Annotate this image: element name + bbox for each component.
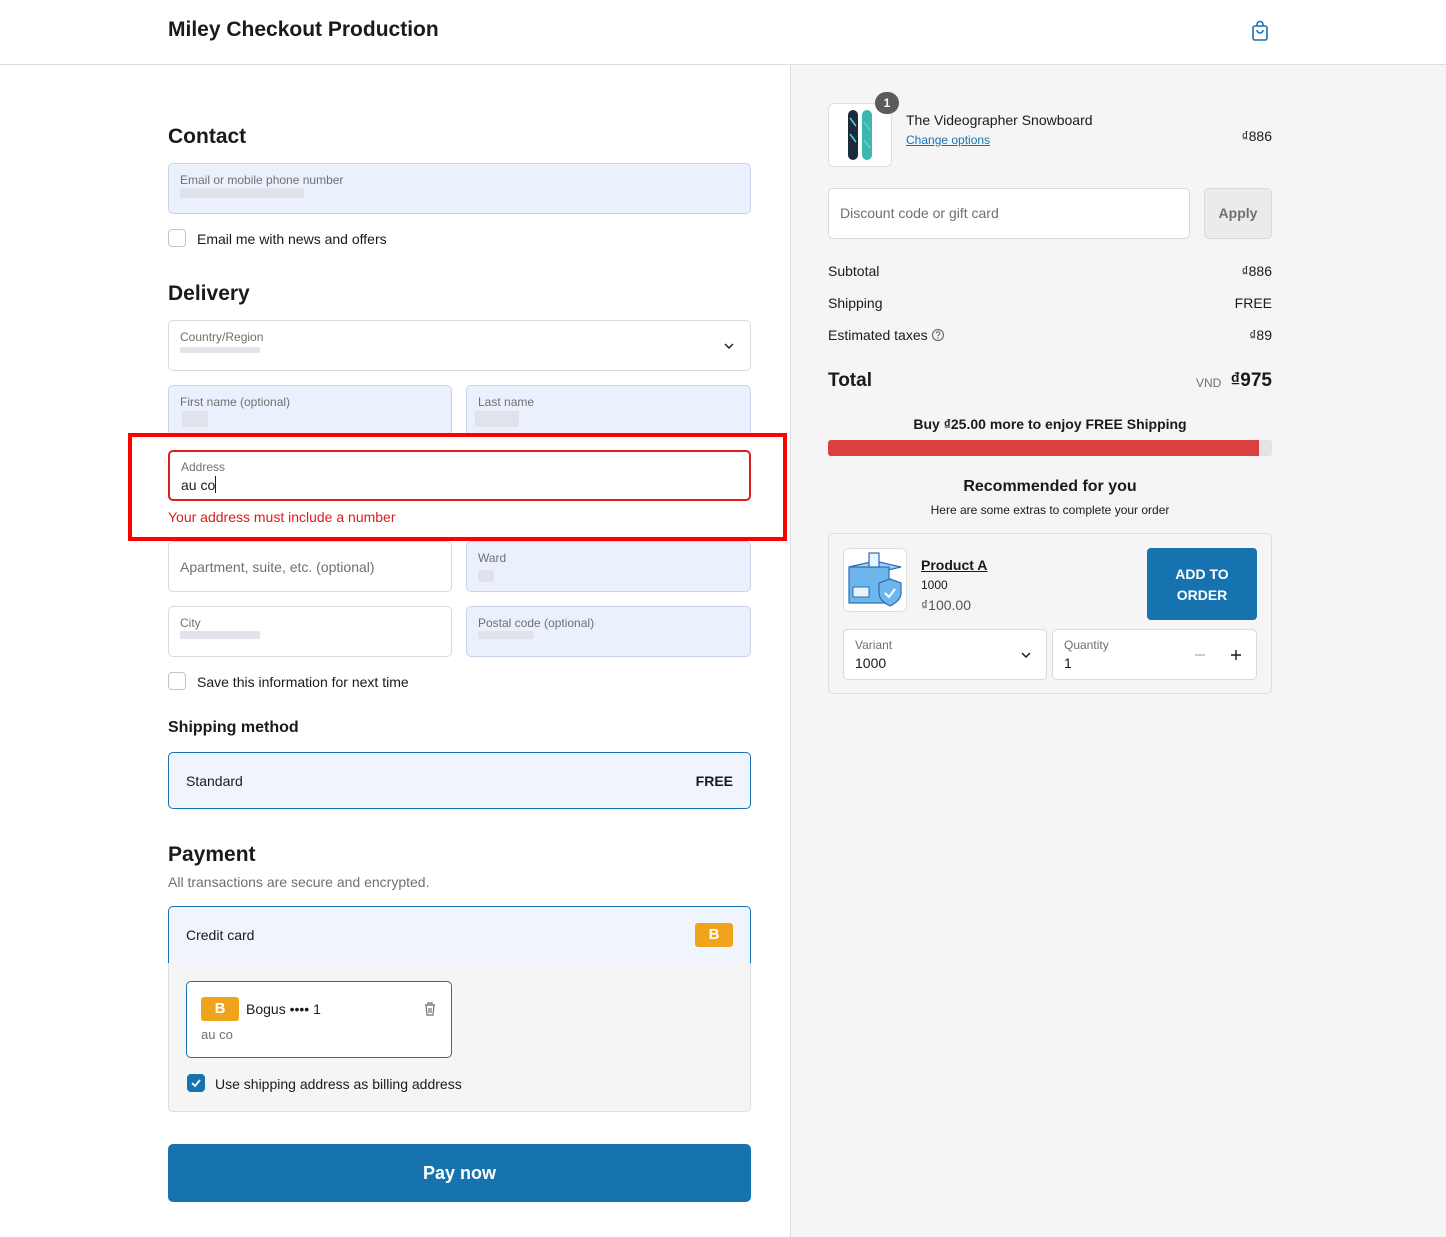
recommended-product-price: ₫100.00	[921, 597, 972, 613]
chevron-down-icon	[1021, 652, 1031, 658]
product-name: The Videographer Snowboard	[906, 112, 1093, 128]
country-value-redacted	[180, 347, 260, 353]
free-shipping-progress-fill	[828, 440, 1259, 456]
add-to-order-label-line2: ORDER	[1176, 587, 1228, 603]
free-shipping-message: Buy ₫25.00 more to enjoy FREE Shipping	[913, 416, 1187, 432]
minus-icon[interactable]	[1193, 648, 1207, 662]
total-currency: VND	[1196, 376, 1222, 390]
shipping-value: FREE	[1234, 295, 1272, 311]
text-cursor	[215, 476, 216, 493]
help-circle-icon[interactable]	[931, 328, 945, 342]
change-options-link[interactable]: Change options	[906, 133, 990, 147]
shipping-option-name: Standard	[186, 773, 243, 789]
shipping-option-standard[interactable]: Standard FREE	[168, 752, 751, 809]
taxes-label: Estimated taxes	[828, 327, 928, 343]
city-field[interactable]: City	[168, 606, 452, 657]
address-error-message: Your address must include a number	[168, 509, 396, 525]
pay-now-button[interactable]: Pay now	[168, 1144, 751, 1202]
first-name-value-redacted	[182, 411, 208, 427]
email-label: Email or mobile phone number	[180, 173, 344, 187]
discount-code-input[interactable]: Discount code or gift card	[828, 188, 1190, 239]
subtotal-value: ₫886	[1241, 263, 1272, 279]
country-select[interactable]: Country/Region	[168, 320, 751, 371]
payment-title: Payment	[168, 843, 256, 866]
subtotal-label: Subtotal	[828, 263, 880, 279]
shipping-method-title: Shipping method	[168, 719, 299, 736]
quantity-label: Quantity	[1064, 638, 1109, 652]
postal-label: Postal code (optional)	[478, 616, 595, 630]
address-value: au co	[181, 477, 216, 493]
add-to-order-label-line1: ADD TO	[1175, 566, 1229, 582]
ward-value-redacted	[478, 570, 494, 582]
address-field[interactable]: Address au co	[168, 450, 751, 501]
recommended-product-thumbnail	[843, 548, 907, 612]
recommended-product-name[interactable]: Product A	[921, 557, 987, 573]
recommended-product-variant: 1000	[921, 578, 948, 592]
taxes-value: ₫89	[1249, 327, 1272, 343]
saved-card[interactable]: B Bogus •••• 1 au co	[186, 981, 452, 1058]
checkmark-icon	[191, 1079, 201, 1088]
ward-select[interactable]: Ward	[466, 541, 751, 592]
apply-discount-button[interactable]: Apply	[1204, 188, 1272, 239]
product-quantity-badge: 1	[875, 92, 899, 114]
shipping-label: Shipping	[828, 295, 883, 311]
first-name-label: First name (optional)	[180, 395, 291, 409]
free-shipping-progress	[828, 440, 1272, 456]
email-value-redacted	[180, 188, 304, 198]
recommended-title: Recommended for you	[963, 478, 1137, 495]
billing-same-label: Use shipping address as billing address	[215, 1076, 462, 1092]
shipping-option-price: FREE	[695, 773, 733, 789]
last-name-field[interactable]: Last name	[466, 385, 751, 436]
save-info-label: Save this information for next time	[197, 674, 409, 690]
header: Miley Checkout Production	[0, 0, 1446, 65]
variant-label: Variant	[855, 638, 893, 652]
card-brand-badge-icon: B	[695, 923, 733, 947]
chevron-down-icon	[724, 343, 734, 349]
country-label: Country/Region	[180, 330, 264, 344]
apartment-placeholder: Apartment, suite, etc. (optional)	[180, 559, 375, 575]
postal-value-redacted	[478, 631, 534, 639]
last-name-value-redacted	[475, 411, 519, 427]
saved-card-label: Bogus •••• 1	[246, 1001, 321, 1017]
ward-label: Ward	[478, 551, 507, 565]
recommended-subtitle: Here are some extras to complete your or…	[930, 503, 1170, 517]
package-shield-icon	[848, 552, 902, 607]
newsletter-label: Email me with news and offers	[197, 231, 387, 247]
billing-same-checkbox[interactable]	[187, 1074, 205, 1092]
quantity-stepper[interactable]: Quantity 1	[1052, 629, 1257, 680]
plus-icon[interactable]	[1229, 648, 1243, 662]
contact-title: Contact	[168, 125, 247, 148]
city-value-redacted	[180, 631, 260, 639]
save-info-checkbox[interactable]	[168, 672, 186, 690]
last-name-label: Last name	[478, 395, 535, 409]
credit-card-label: Credit card	[186, 927, 255, 943]
newsletter-checkbox[interactable]	[168, 229, 186, 247]
payment-subtitle: All transactions are secure and encrypte…	[168, 874, 430, 890]
shopping-bag-icon[interactable]	[1250, 20, 1270, 42]
first-name-field[interactable]: First name (optional)	[168, 385, 452, 436]
variant-value: 1000	[855, 655, 887, 671]
trash-icon[interactable]	[423, 1001, 437, 1017]
postal-code-field[interactable]: Postal code (optional)	[466, 606, 751, 657]
saved-card-address: au co	[201, 1027, 233, 1042]
variant-select[interactable]: Variant 1000	[843, 629, 1047, 680]
email-field[interactable]: Email or mobile phone number	[168, 163, 751, 214]
delivery-title: Delivery	[168, 282, 250, 305]
shop-title[interactable]: Miley Checkout Production	[168, 18, 439, 42]
city-label: City	[180, 616, 201, 630]
product-price: ₫886	[1241, 128, 1272, 144]
add-to-order-button[interactable]: ADD TO ORDER	[1147, 548, 1257, 620]
saved-card-brand-icon: B	[201, 997, 239, 1021]
total-value: ₫975	[1230, 370, 1272, 391]
total-label: Total	[828, 370, 872, 391]
quantity-value: 1	[1064, 655, 1072, 671]
address-label: Address	[181, 460, 226, 474]
apartment-field[interactable]: Apartment, suite, etc. (optional)	[168, 541, 452, 592]
credit-card-option[interactable]: Credit card B	[168, 906, 751, 964]
